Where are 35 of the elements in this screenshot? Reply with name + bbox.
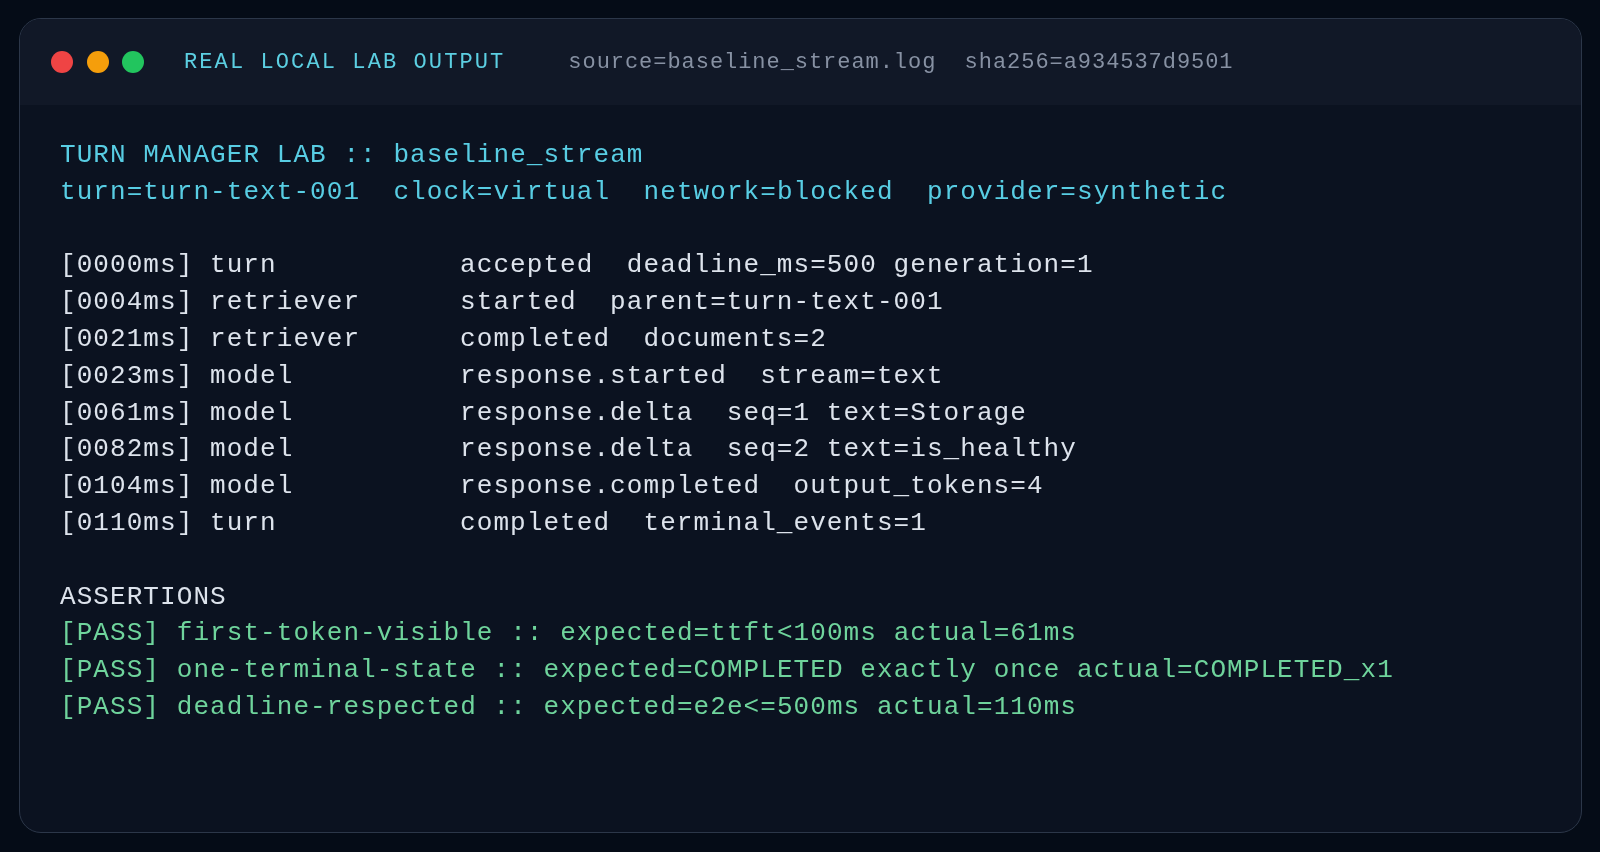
event-message: accepted deadline_ms=500 generation=1: [460, 249, 1094, 283]
event-time: [0110ms]: [60, 506, 195, 540]
assertion-result: [PASS] one-terminal-state :: expected=COMPLETED exactly once actual=COMPLETED_x1: [60, 654, 1395, 688]
event-time: [0021ms]: [60, 323, 195, 356]
event-component: model: [210, 359, 295, 393]
assertion-result: [PASS] deadline-respected :: expected=e2e<=500ms actual=110ms: [60, 690, 1079, 724]
window-control-dot-icon: [51, 51, 73, 73]
window-control-dot-icon: [122, 51, 144, 73]
event-message: completed terminal_events=1: [460, 506, 927, 540]
event-message: response.delta seq=2 text=is_healthy: [460, 433, 1077, 467]
event-component: retriever: [210, 323, 362, 356]
event-message: response.started stream=text: [460, 359, 944, 393]
event-time: [0082ms]: [60, 433, 195, 467]
event-time: [0023ms]: [60, 359, 195, 393]
event-component: model: [210, 396, 295, 430]
event-component: retriever: [210, 286, 362, 320]
event-component: turn: [210, 249, 278, 283]
window-title: REAL LOCAL LAB OUTPUT: [184, 48, 506, 77]
assertion-result: [PASS] first-token-visible :: expected=ttft<100ms actual=61ms: [60, 617, 1079, 651]
assertions-heading: ASSERTIONS: [60, 580, 228, 614]
event-message: completed documents=2: [460, 323, 827, 356]
run-parameters: turn=turn-text-001 clock=virtual network=blocked provider=synthetic: [60, 175, 1229, 209]
event-message: response.completed output_tokens=4: [460, 470, 1044, 504]
event-component: model: [210, 470, 295, 504]
lab-title: TURN MANAGER LAB :: baseline_stream: [60, 139, 645, 172]
event-time: [0061ms]: [60, 396, 195, 430]
event-component: turn: [210, 506, 278, 540]
source-info: source=baseline_stream.log sha256=a934537d9501: [568, 48, 1234, 77]
event-time: [0004ms]: [60, 286, 195, 320]
window-control-dot-icon: [86, 51, 109, 73]
event-message: started parent=turn-text-001: [460, 286, 944, 320]
event-time: [0000ms]: [60, 249, 195, 283]
event-message: response.delta seq=1 text=Storage: [460, 396, 1027, 430]
event-component: model: [210, 433, 295, 467]
event-time: [0104ms]: [60, 470, 195, 504]
